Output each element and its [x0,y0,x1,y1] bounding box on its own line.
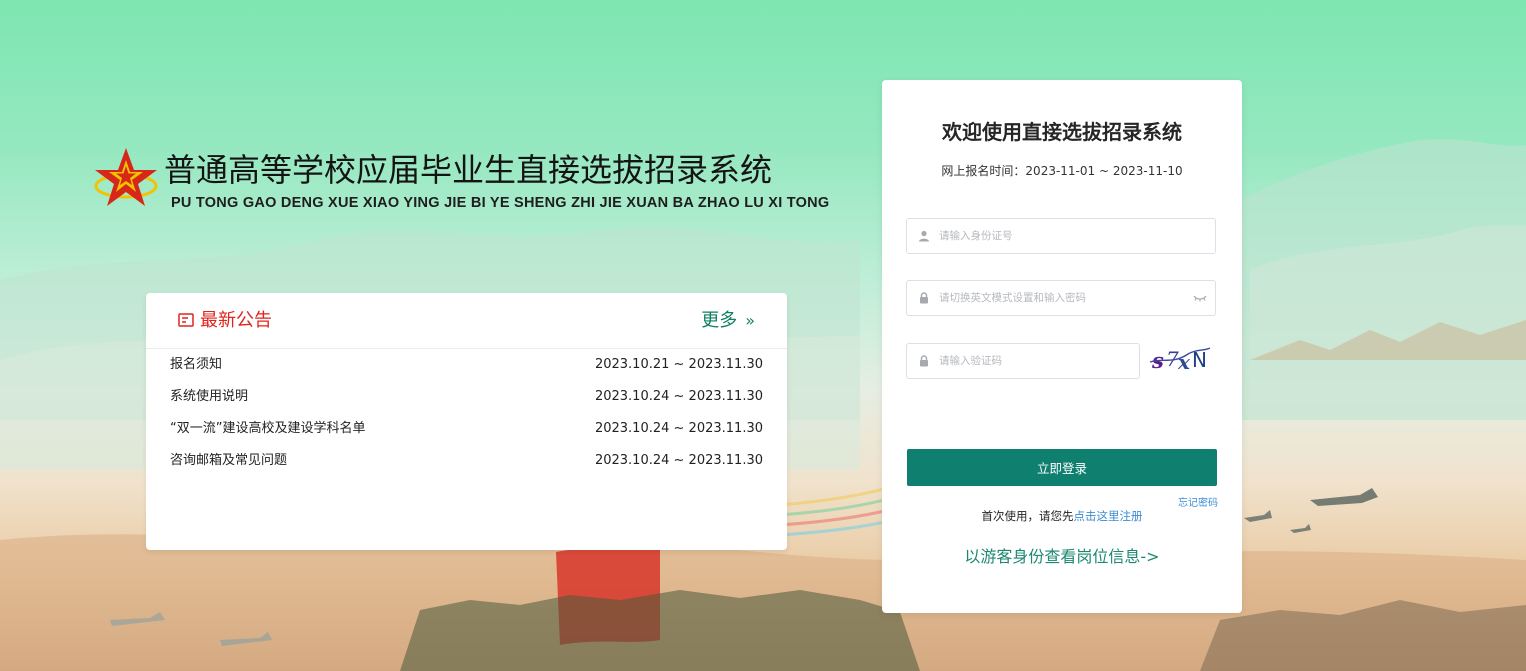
notice-item[interactable]: 咨询邮箱及常见问题 2023.10.24 ~ 2023.11.30 [170,449,763,481]
login-title: 欢迎使用直接选拔招录系统 [942,120,1182,144]
notice-icon [178,313,194,327]
register-link[interactable]: 点击这里注册 [1074,509,1143,523]
notice-item-date: 2023.10.24 ~ 2023.11.30 [594,453,763,468]
more-link[interactable]: 更多 » [701,308,755,334]
notice-title: 最新公告 [200,310,272,331]
notice-list: 报名须知 2023.10.21 ~ 2023.11.30 系统使用说明 2023… [170,353,763,481]
registration-time-label: 网上报名时间： [941,164,1026,178]
site-title: 普通高等学校应届毕业生直接选拔招录系统 [164,151,773,189]
register-prompt: 首次使用，请您先点击这里注册 [882,507,1242,525]
more-label: 更多 [701,310,738,331]
user-icon [919,230,929,242]
login-page: 普通高等学校应届毕业生直接选拔招录系统 PU TONG GAO DENG XUE… [0,0,1526,671]
lock-icon [920,292,928,304]
notice-header: 最新公告 更多 » [146,293,787,349]
id-number-field [906,218,1216,254]
notice-item-title: 系统使用说明 [170,389,249,404]
password-input[interactable] [939,281,1189,315]
captcha-image[interactable]: s 7 x N [1148,342,1212,378]
eye-closed-icon[interactable] [1193,293,1207,303]
notice-item[interactable]: “双一流”建设高校及建设学科名单 2023.10.24 ~ 2023.11.30 [170,417,763,449]
password-field [906,280,1216,316]
id-number-input[interactable] [939,219,1209,253]
notice-item-title: 报名须知 [170,357,223,372]
notice-item-title: 咨询邮箱及常见问题 [170,453,288,468]
notice-item[interactable]: 系统使用说明 2023.10.24 ~ 2023.11.30 [170,385,763,417]
registration-time-range: 2023-11-01 ~ 2023-11-10 [1025,164,1183,178]
notice-item[interactable]: 报名须知 2023.10.21 ~ 2023.11.30 [170,353,763,385]
notice-item-date: 2023.10.21 ~ 2023.11.30 [594,357,763,372]
login-panel: 欢迎使用直接选拔招录系统 网上报名时间：2023-11-01 ~ 2023-11… [882,80,1242,613]
login-button[interactable]: 立即登录 [907,449,1217,486]
notice-item-date: 2023.10.24 ~ 2023.11.30 [594,421,763,436]
double-chevron-right-icon: » [745,311,755,330]
lock-icon [920,355,928,367]
star-emblem-icon [94,148,158,206]
captcha-input[interactable] [939,344,1134,378]
notice-item-title: “双一流”建设高校及建设学科名单 [170,421,366,436]
captcha-field [906,343,1140,379]
notice-panel: 最新公告 更多 » 报名须知 2023.10.21 ~ 2023.11.30 系统… [146,293,787,550]
guest-view-link[interactable]: 以游客身份查看岗位信息-> [882,544,1242,570]
registration-time: 网上报名时间：2023-11-01 ~ 2023-11-10 [882,162,1242,180]
register-prompt-text: 首次使用，请您先 [981,509,1074,523]
notice-item-date: 2023.10.24 ~ 2023.11.30 [594,389,763,404]
site-subtitle: PU TONG GAO DENG XUE XIAO YING JIE BI YE… [171,195,830,211]
